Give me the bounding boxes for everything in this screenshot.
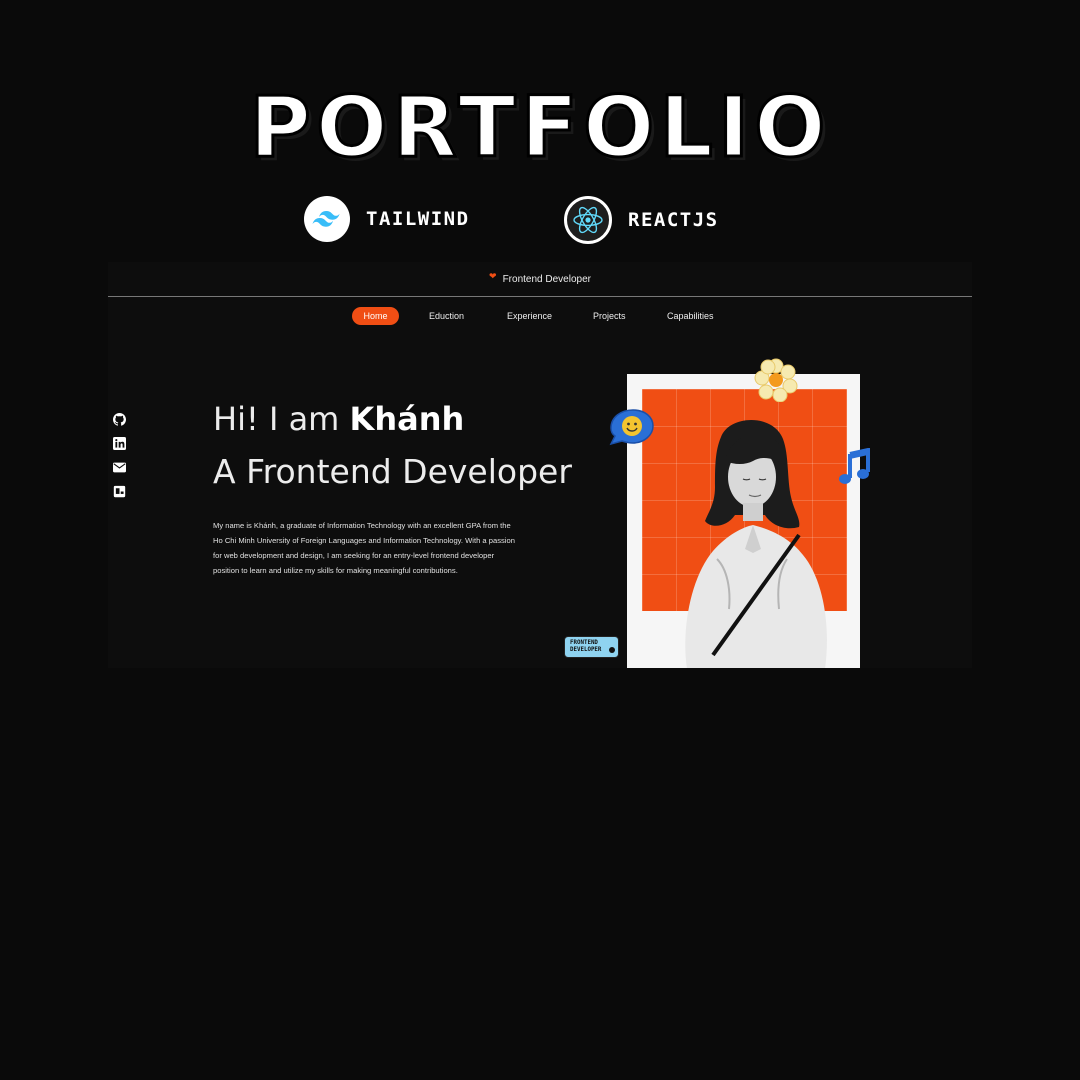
website-screenshot: ❤ Frontend Developer Home Eduction Exper… — [108, 262, 972, 668]
resume-icon[interactable] — [112, 484, 126, 498]
tech-tailwind: TAILWIND — [304, 196, 470, 242]
nav-projects[interactable]: Projects — [593, 307, 626, 325]
github-icon[interactable] — [112, 412, 126, 426]
smiley-bubble-icon — [609, 409, 654, 446]
react-icon — [564, 196, 612, 244]
hero-bio: My name is Khánh, a graduate of Informat… — [213, 521, 515, 575]
tech-label: TAILWIND — [366, 208, 470, 230]
flower-icon — [754, 358, 798, 402]
photo-card — [627, 374, 860, 668]
frontend-developer-tag: FRONTEND DEVELOPER — [564, 636, 619, 658]
topbar-text: Frontend Developer — [502, 273, 591, 285]
social-links — [112, 412, 126, 498]
hero-name: Khánh — [349, 400, 465, 438]
linkedin-icon[interactable] — [112, 436, 126, 450]
poster-title: PORTFOLIO — [248, 77, 831, 178]
nav-capabilities[interactable]: Capabilities — [667, 307, 714, 325]
nav-experience[interactable]: Experience — [507, 307, 552, 325]
music-note-icon — [839, 448, 870, 484]
hero-role: A Frontend Developer — [213, 452, 572, 491]
tag-dot — [609, 647, 615, 653]
tech-react: REACTJS — [564, 196, 719, 244]
mail-icon[interactable] — [112, 460, 126, 474]
tech-label: REACTJS — [628, 209, 719, 231]
site-nav: Home Eduction Experience Projects Capabi… — [108, 307, 972, 325]
heart-icon: ❤ — [489, 270, 497, 281]
site-topbar: ❤ Frontend Developer — [108, 262, 972, 297]
profile-photo — [685, 420, 827, 668]
hero-greeting: Hi! I am Khánh — [213, 400, 465, 438]
nav-home[interactable]: Home — [352, 307, 399, 325]
tailwind-icon — [304, 196, 350, 242]
nav-eduction[interactable]: Eduction — [429, 307, 464, 325]
